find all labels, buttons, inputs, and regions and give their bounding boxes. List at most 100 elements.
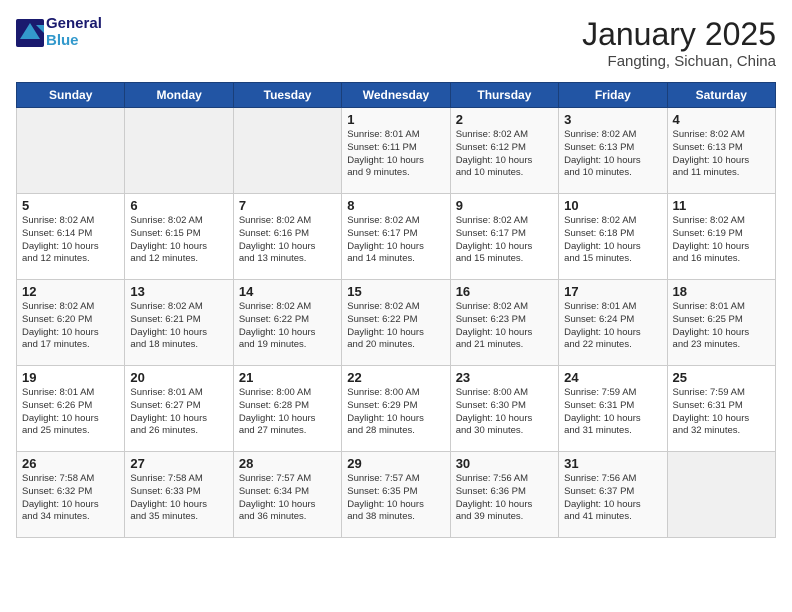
calendar-cell: 4 Sunrise: 8:02 AM Sunset: 6:13 PM Daylig… (667, 108, 775, 194)
day-number: 11 (673, 198, 770, 213)
day-number: 22 (347, 370, 444, 385)
day-info: Sunrise: 8:01 AM Sunset: 6:26 PM Dayligh… (22, 387, 119, 438)
week-row-3: 12 Sunrise: 8:02 AM Sunset: 6:20 PM Dayli… (17, 280, 776, 366)
title-block: January 2025 Fangting, Sichuan, China (582, 16, 776, 70)
day-info: Sunrise: 8:02 AM Sunset: 6:20 PM Dayligh… (22, 301, 119, 352)
day-number: 21 (239, 370, 336, 385)
day-number: 25 (673, 370, 770, 385)
calendar-cell: 8Sunrise: 8:02 AM Sunset: 6:17 PM Daylig… (342, 194, 450, 280)
day-number: 12 (22, 284, 119, 299)
day-number: 10 (564, 198, 661, 213)
day-info: Sunrise: 8:02 AM Sunset: 6:14 PM Dayligh… (22, 215, 119, 266)
calendar-cell: 14Sunrise: 8:02 AM Sunset: 6:22 PM Dayli… (233, 280, 341, 366)
calendar-cell: 9Sunrise: 8:02 AM Sunset: 6:17 PM Daylig… (450, 194, 558, 280)
day-info: Sunrise: 8:02 AM Sunset: 6:13 PM Dayligh… (673, 129, 770, 180)
weekday-header-row: SundayMondayTuesdayWednesdayThursdayFrid… (17, 83, 776, 108)
day-number: 17 (564, 284, 661, 299)
day-info: Sunrise: 7:56 AM Sunset: 6:37 PM Dayligh… (564, 473, 661, 524)
day-number: 3 (564, 112, 661, 127)
day-info: Sunrise: 8:02 AM Sunset: 6:22 PM Dayligh… (347, 301, 444, 352)
day-info: Sunrise: 8:01 AM Sunset: 6:25 PM Dayligh… (673, 301, 770, 352)
calendar-cell: 28 Sunrise: 7:57 AM Sunset: 6:34 PM Dayli… (233, 452, 341, 538)
weekday-header-thursday: Thursday (450, 83, 558, 108)
day-number: 16 (456, 284, 553, 299)
logo-text-line2: Blue (46, 33, 102, 50)
day-number: 7 (239, 198, 336, 213)
calendar-cell: 13 Sunrise: 8:02 AM Sunset: 6:21 PM Dayli… (125, 280, 233, 366)
calendar-cell: 11 Sunrise: 8:02 AM Sunset: 6:19 PM Dayli… (667, 194, 775, 280)
day-number: 19 (22, 370, 119, 385)
weekday-header-sunday: Sunday (17, 83, 125, 108)
day-info: Sunrise: 8:02 AM Sunset: 6:17 PM Dayligh… (347, 215, 444, 266)
logo-text-line1: General (46, 16, 102, 33)
week-row-4: 19 Sunrise: 8:01 AM Sunset: 6:26 PM Dayli… (17, 366, 776, 452)
day-info: Sunrise: 8:00 AM Sunset: 6:29 PM Dayligh… (347, 387, 444, 438)
calendar-cell: 20 Sunrise: 8:01 AM Sunset: 6:27 PM Dayli… (125, 366, 233, 452)
day-number: 5 (22, 198, 119, 213)
day-number: 27 (130, 456, 227, 471)
day-number: 6 (130, 198, 227, 213)
calendar-cell: 2Sunrise: 8:02 AM Sunset: 6:12 PM Daylig… (450, 108, 558, 194)
calendar-cell: 21Sunrise: 8:00 AM Sunset: 6:28 PM Dayli… (233, 366, 341, 452)
day-info: Sunrise: 8:02 AM Sunset: 6:19 PM Dayligh… (673, 215, 770, 266)
day-number: 26 (22, 456, 119, 471)
calendar-cell: 25 Sunrise: 7:59 AM Sunset: 6:31 PM Dayli… (667, 366, 775, 452)
day-number: 20 (130, 370, 227, 385)
day-number: 4 (673, 112, 770, 127)
day-info: Sunrise: 8:02 AM Sunset: 6:21 PM Dayligh… (130, 301, 227, 352)
day-number: 23 (456, 370, 553, 385)
calendar-cell: 15Sunrise: 8:02 AM Sunset: 6:22 PM Dayli… (342, 280, 450, 366)
day-info: Sunrise: 8:02 AM Sunset: 6:12 PM Dayligh… (456, 129, 553, 180)
day-info: Sunrise: 8:02 AM Sunset: 6:23 PM Dayligh… (456, 301, 553, 352)
page-header: General Blue January 2025 Fangting, Sich… (16, 16, 776, 70)
calendar-cell: 30 Sunrise: 7:56 AM Sunset: 6:36 PM Dayli… (450, 452, 558, 538)
logo-icon (16, 19, 44, 47)
calendar-cell: 7 Sunrise: 8:02 AM Sunset: 6:16 PM Daylig… (233, 194, 341, 280)
week-row-2: 5 Sunrise: 8:02 AM Sunset: 6:14 PM Daylig… (17, 194, 776, 280)
calendar-cell (233, 108, 341, 194)
day-number: 13 (130, 284, 227, 299)
weekday-header-saturday: Saturday (667, 83, 775, 108)
calendar-cell: 19 Sunrise: 8:01 AM Sunset: 6:26 PM Dayli… (17, 366, 125, 452)
calendar-cell: 22 Sunrise: 8:00 AM Sunset: 6:29 PM Dayli… (342, 366, 450, 452)
day-number: 30 (456, 456, 553, 471)
week-row-1: 1 Sunrise: 8:01 AM Sunset: 6:11 PM Daylig… (17, 108, 776, 194)
day-info: Sunrise: 7:59 AM Sunset: 6:31 PM Dayligh… (673, 387, 770, 438)
day-info: Sunrise: 8:01 AM Sunset: 6:11 PM Dayligh… (347, 129, 444, 180)
calendar-cell: 27 Sunrise: 7:58 AM Sunset: 6:33 PM Dayli… (125, 452, 233, 538)
calendar-cell: 16 Sunrise: 8:02 AM Sunset: 6:23 PM Dayli… (450, 280, 558, 366)
day-number: 9 (456, 198, 553, 213)
day-info: Sunrise: 8:00 AM Sunset: 6:30 PM Dayligh… (456, 387, 553, 438)
day-info: Sunrise: 8:02 AM Sunset: 6:22 PM Dayligh… (239, 301, 336, 352)
calendar-table: SundayMondayTuesdayWednesdayThursdayFrid… (16, 82, 776, 538)
calendar-subtitle: Fangting, Sichuan, China (582, 53, 776, 70)
week-row-5: 26Sunrise: 7:58 AM Sunset: 6:32 PM Dayli… (17, 452, 776, 538)
calendar-cell: 6Sunrise: 8:02 AM Sunset: 6:15 PM Daylig… (125, 194, 233, 280)
day-number: 18 (673, 284, 770, 299)
calendar-cell: 18 Sunrise: 8:01 AM Sunset: 6:25 PM Dayli… (667, 280, 775, 366)
calendar-cell: 29Sunrise: 7:57 AM Sunset: 6:35 PM Dayli… (342, 452, 450, 538)
day-number: 31 (564, 456, 661, 471)
day-info: Sunrise: 7:57 AM Sunset: 6:34 PM Dayligh… (239, 473, 336, 524)
day-number: 28 (239, 456, 336, 471)
calendar-cell: 1 Sunrise: 8:01 AM Sunset: 6:11 PM Daylig… (342, 108, 450, 194)
calendar-cell: 17Sunrise: 8:01 AM Sunset: 6:24 PM Dayli… (559, 280, 667, 366)
day-info: Sunrise: 7:56 AM Sunset: 6:36 PM Dayligh… (456, 473, 553, 524)
calendar-cell (125, 108, 233, 194)
day-info: Sunrise: 7:58 AM Sunset: 6:33 PM Dayligh… (130, 473, 227, 524)
weekday-header-wednesday: Wednesday (342, 83, 450, 108)
day-info: Sunrise: 7:59 AM Sunset: 6:31 PM Dayligh… (564, 387, 661, 438)
day-info: Sunrise: 8:01 AM Sunset: 6:27 PM Dayligh… (130, 387, 227, 438)
calendar-cell: 12 Sunrise: 8:02 AM Sunset: 6:20 PM Dayli… (17, 280, 125, 366)
calendar-cell (17, 108, 125, 194)
calendar-cell (667, 452, 775, 538)
day-number: 1 (347, 112, 444, 127)
logo: General Blue (16, 16, 102, 49)
day-info: Sunrise: 8:02 AM Sunset: 6:16 PM Dayligh… (239, 215, 336, 266)
calendar-cell: 3Sunrise: 8:02 AM Sunset: 6:13 PM Daylig… (559, 108, 667, 194)
calendar-cell: 10Sunrise: 8:02 AM Sunset: 6:18 PM Dayli… (559, 194, 667, 280)
weekday-header-friday: Friday (559, 83, 667, 108)
calendar-title: January 2025 (582, 16, 776, 53)
calendar-cell: 31 Sunrise: 7:56 AM Sunset: 6:37 PM Dayli… (559, 452, 667, 538)
calendar-cell: 26Sunrise: 7:58 AM Sunset: 6:32 PM Dayli… (17, 452, 125, 538)
